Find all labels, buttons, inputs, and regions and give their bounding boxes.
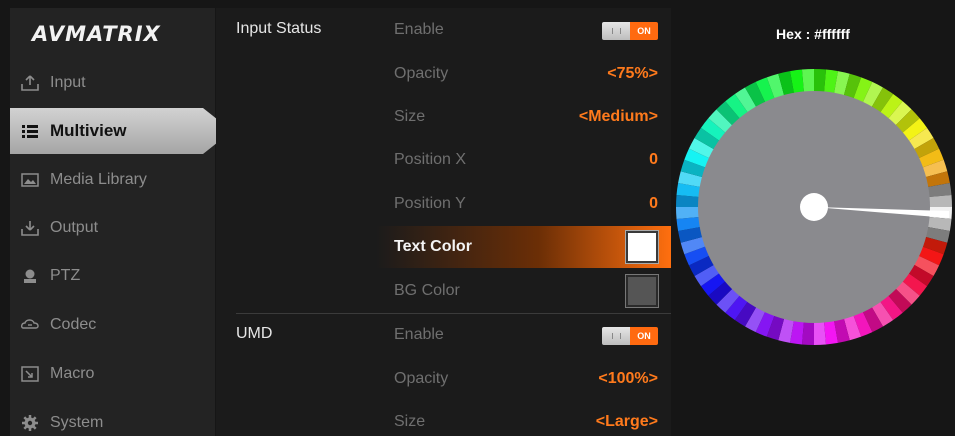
app-window: AVMATRIX Input Multiview Media Library O… <box>0 0 955 436</box>
color-wheel-segment[interactable] <box>801 320 814 345</box>
sidebar-item-output[interactable]: Output <box>10 205 215 251</box>
sidebar-item-ptz[interactable]: PTZ <box>10 253 215 299</box>
row-input-status-enable[interactable]: Enable ON <box>376 9 671 51</box>
sidebar-item-system[interactable]: System <box>10 400 215 436</box>
multiview-settings-panel: Input Status Enable ON Opacity <75%> Siz… <box>216 8 671 436</box>
upload-icon <box>20 74 40 92</box>
brand-logo: AVMATRIX <box>32 22 161 46</box>
list-icon <box>20 122 40 140</box>
row-input-status-size[interactable]: Size <Medium> <box>376 96 671 138</box>
row-input-status-bg-color[interactable]: BG Color <box>376 270 671 312</box>
toggle-off-side <box>602 327 630 345</box>
enable-toggle[interactable]: ON <box>602 327 658 345</box>
group-label-input-status: Input Status <box>236 20 322 37</box>
row-label: Enable <box>394 21 444 38</box>
download-icon <box>20 219 40 237</box>
size-value[interactable]: <Large> <box>596 401 658 436</box>
opacity-value[interactable]: <75%> <box>607 53 658 95</box>
row-label: Text Color <box>394 238 472 255</box>
sidebar-item-label: Output <box>50 219 99 236</box>
sidebar-item-label: System <box>50 414 104 431</box>
row-label: BG Color <box>394 282 460 299</box>
image-icon <box>20 171 40 189</box>
color-wheel-segment[interactable] <box>814 320 827 345</box>
position-x-value[interactable]: 0 <box>649 139 658 181</box>
color-wheel-segment[interactable] <box>927 194 952 207</box>
sidebar: AVMATRIX Input Multiview Media Library O… <box>10 8 232 436</box>
color-wheel-segment[interactable] <box>801 69 814 94</box>
sidebar-item-label: PTZ <box>50 267 81 284</box>
color-wheel-segment[interactable] <box>814 69 827 94</box>
sidebar-item-input[interactable]: Input <box>10 60 215 106</box>
row-input-status-position-y[interactable]: Position Y 0 <box>376 183 671 225</box>
sidebar-item-label: Macro <box>50 365 95 382</box>
text-color-swatch[interactable] <box>626 231 658 263</box>
row-label: Size <box>394 108 426 125</box>
gear-icon <box>20 414 40 432</box>
color-picker-panel: Hex : #ffffff <box>671 8 955 436</box>
opacity-value[interactable]: <100%> <box>598 358 658 400</box>
enable-toggle[interactable]: ON <box>602 22 658 40</box>
row-label: Position Y <box>394 195 466 212</box>
sidebar-item-media-library[interactable]: Media Library <box>10 157 215 203</box>
selection-handle[interactable] <box>800 193 828 221</box>
color-wheel[interactable] <box>671 8 955 436</box>
sidebar-item-label: Codec <box>50 316 97 333</box>
toggle-off-side <box>602 22 630 40</box>
codec-icon <box>20 316 40 334</box>
row-label: Enable <box>394 326 444 343</box>
toggle-on-text: ON <box>630 22 658 40</box>
row-label: Size <box>394 413 426 430</box>
group-label-umd: UMD <box>236 325 273 342</box>
toggle-on-text: ON <box>630 327 658 345</box>
color-wheel-segment[interactable] <box>676 194 701 207</box>
row-input-status-position-x[interactable]: Position X 0 <box>376 139 671 181</box>
row-label: Opacity <box>394 370 449 387</box>
row-label: Opacity <box>394 65 449 82</box>
sidebar-item-macro[interactable]: Macro <box>10 351 215 397</box>
row-label: Position X <box>394 151 467 168</box>
color-wheel-segment[interactable] <box>676 207 701 220</box>
position-y-value[interactable]: 0 <box>649 183 658 225</box>
row-umd-enable[interactable]: Enable ON <box>376 314 671 356</box>
sidebar-item-label: Input <box>50 74 86 91</box>
row-umd-size[interactable]: Size <Large> <box>376 401 671 436</box>
sidebar-item-multiview[interactable]: Multiview <box>10 108 232 154</box>
row-input-status-text-color[interactable]: Text Color <box>376 226 671 268</box>
row-input-status-opacity[interactable]: Opacity <75%> <box>376 53 671 95</box>
macro-icon <box>20 365 40 383</box>
sidebar-item-label: Media Library <box>50 171 147 188</box>
sidebar-item-label: Multiview <box>50 121 127 140</box>
row-umd-opacity[interactable]: Opacity <100%> <box>376 358 671 400</box>
sidebar-item-codec[interactable]: Codec <box>10 302 215 348</box>
size-value[interactable]: <Medium> <box>579 96 658 138</box>
camera-icon <box>20 267 40 285</box>
bg-color-swatch[interactable] <box>626 275 658 307</box>
